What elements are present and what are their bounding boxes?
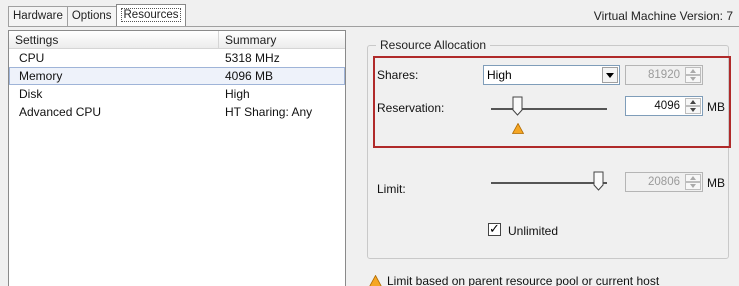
limit-unit: MB: [707, 176, 725, 190]
row-summary: HT Sharing: Any: [225, 105, 313, 119]
warning-triangle-icon: [369, 275, 382, 286]
row-setting: Advanced CPU: [19, 105, 102, 119]
row-summary: 5318 MHz: [225, 51, 280, 65]
settings-list[interactable]: Settings Summary CPU 5318 MHz Memory 409…: [8, 30, 346, 286]
stepper-up-icon: [685, 174, 701, 182]
vm-version-label: Virtual Machine Version: 7: [593, 9, 733, 23]
stepper-down-icon: [685, 75, 701, 83]
row-setting: Memory: [19, 69, 63, 83]
list-row-disk[interactable]: Disk High: [9, 85, 345, 103]
list-row-advanced-cpu[interactable]: Advanced CPU HT Sharing: Any: [9, 103, 345, 121]
row-setting: Disk: [19, 87, 43, 101]
shares-stepper: 81920: [625, 65, 703, 85]
stepper-arrows: [685, 67, 701, 83]
warning-text: Limit based on parent resource pool or c…: [387, 274, 660, 286]
tab-options[interactable]: Options: [66, 6, 117, 26]
shares-label: Shares:: [377, 68, 419, 82]
reservation-stepper[interactable]: 4096: [625, 96, 703, 116]
tab-hardware[interactable]: Hardware: [8, 6, 68, 26]
warning-triangle-icon: [512, 123, 524, 134]
tab-options-label: Options: [71, 10, 112, 22]
stepper-arrows[interactable]: [685, 98, 701, 114]
tab-resources[interactable]: Resources: [115, 4, 187, 26]
limit-label: Limit:: [377, 182, 406, 196]
stepper-up-icon: [685, 67, 701, 75]
limit-slider-track[interactable]: [491, 182, 607, 184]
list-header: Settings Summary: [9, 31, 345, 49]
shares-selected-value: High: [487, 68, 512, 82]
limit-value: 20806: [648, 176, 680, 188]
limit-warning: Limit based on parent resource pool or c…: [369, 274, 659, 286]
reservation-slider-thumb[interactable]: [512, 96, 523, 116]
stepper-up-icon[interactable]: [685, 98, 701, 106]
reservation-value: 4096: [654, 100, 680, 112]
limit-slider-thumb[interactable]: [593, 171, 604, 191]
unlimited-checkbox[interactable]: [488, 221, 501, 237]
row-setting: CPU: [19, 51, 45, 65]
reservation-slider-track[interactable]: [491, 108, 607, 110]
resource-allocation-title: Resource Allocation: [376, 38, 491, 52]
stepper-arrows: [685, 174, 701, 190]
reservation-unit: MB: [707, 100, 725, 114]
chevron-down-icon[interactable]: [602, 67, 618, 83]
shares-value: 81920: [648, 69, 680, 81]
tab-divider: [8, 26, 739, 27]
resource-panel: Resource Allocation Shares: High 81920 R…: [355, 30, 739, 286]
row-summary: 4096 MB: [225, 69, 274, 83]
reservation-label: Reservation:: [377, 101, 445, 115]
limit-stepper: 20806: [625, 172, 703, 192]
tab-resources-label: Resources: [120, 8, 182, 22]
settings-column-header[interactable]: Settings: [9, 31, 219, 48]
stepper-down-icon: [685, 182, 701, 190]
tab-hardware-label: Hardware: [13, 10, 63, 22]
list-row-memory[interactable]: Memory 4096 MB: [9, 67, 345, 85]
tab-bar: Hardware Options Resources: [8, 4, 187, 26]
summary-column-header[interactable]: Summary: [219, 31, 276, 48]
shares-dropdown[interactable]: High: [483, 65, 620, 85]
stepper-down-icon[interactable]: [685, 106, 701, 114]
unlimited-label[interactable]: Unlimited: [508, 224, 558, 238]
list-row-cpu[interactable]: CPU 5318 MHz: [9, 49, 345, 67]
row-summary: High: [225, 87, 250, 101]
